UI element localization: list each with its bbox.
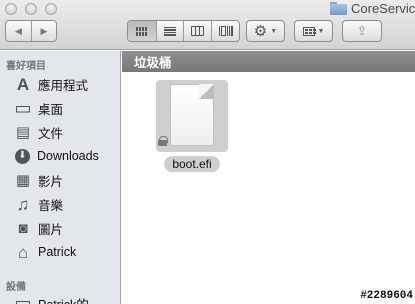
sidebar-item-desktop[interactable]: ▭ 桌面 (14, 97, 63, 119)
forward-arrow-icon: ▶ (40, 25, 48, 36)
icon-view-button[interactable] (128, 21, 156, 41)
music-icon: ♫ (16, 194, 30, 214)
sidebar-item-label: 影片 (38, 174, 64, 189)
sidebar-item-label: 音樂 (38, 198, 64, 213)
list-view-button[interactable] (155, 21, 184, 41)
home-icon: ⌂ (17, 242, 29, 262)
sidebar-item-computer[interactable]: ▭ Patrick的 (14, 292, 89, 304)
downloads-icon: ⬇ (15, 148, 30, 164)
window-title: CoreServic (330, 0, 415, 16)
back-arrow-icon: ◀ (15, 25, 22, 36)
back-forward-buttons: ◀ ▶ (5, 20, 57, 42)
file-item[interactable]: boot.efi (156, 80, 228, 172)
sidebar-header-favorites: 喜好項目 (6, 61, 46, 72)
column-view-icon (191, 26, 205, 36)
zoom-window-button[interactable] (45, 3, 57, 15)
file-thumbnail[interactable] (156, 80, 228, 152)
action-menu-button[interactable]: ⚙ ▼ (246, 20, 285, 42)
sidebar-item-pictures[interactable]: ◙ 圖片 (14, 217, 63, 239)
sidebar-header-devices: 設備 (6, 282, 26, 293)
chevron-down-icon: ▼ (317, 27, 325, 35)
folder-icon (330, 1, 347, 15)
sidebar-item-label: 桌面 (38, 102, 64, 117)
close-window-button[interactable] (5, 3, 17, 15)
sidebar: 喜好項目 A 應用程式 ▭ 桌面 ▤ 文件 ⬇ Downloads ▦ 影片 ♫… (0, 51, 121, 304)
movies-icon: ▦ (15, 171, 31, 189)
sidebar-item-label: Downloads (37, 149, 99, 163)
folder-name: 垃圾桶 (134, 56, 172, 70)
sidebar-item-documents[interactable]: ▤ 文件 (14, 121, 63, 143)
icon-view-icon (136, 26, 148, 36)
forward-button[interactable]: ▶ (30, 21, 56, 41)
document-fold (199, 84, 214, 99)
sidebar-item-home[interactable]: ⌂ Patrick (14, 241, 76, 263)
chevron-down-icon: ▼ (270, 27, 278, 35)
lock-icon (158, 136, 168, 146)
sidebar-item-movies[interactable]: ▦ 影片 (14, 169, 63, 191)
share-icon: ⇪ (356, 23, 368, 38)
pictures-icon: ◙ (18, 219, 28, 237)
desktop-icon: ▭ (14, 98, 32, 118)
file-browser-content[interactable]: boot.efi (122, 72, 415, 304)
computer-icon: ▭ (14, 293, 32, 304)
sidebar-item-label: 圖片 (38, 222, 64, 237)
window-title-text: CoreServic (351, 0, 415, 16)
minimize-window-button[interactable] (25, 3, 37, 15)
toolbar: CoreServic ◀ ▶ ⚙ ▼ ▼ ⇪ (0, 0, 415, 50)
sidebar-item-music[interactable]: ♫ 音樂 (14, 193, 63, 215)
share-button[interactable]: ⇪ (342, 20, 382, 42)
watermark: #2289604 (360, 290, 413, 302)
view-mode-buttons (127, 20, 240, 42)
sidebar-item-label: Patrick (38, 245, 77, 259)
sidebar-item-label: 文件 (38, 126, 64, 141)
coverflow-view-button[interactable] (211, 21, 239, 41)
sidebar-item-label: 應用程式 (38, 78, 89, 93)
applications-icon: A (16, 74, 30, 94)
arrange-icon (302, 26, 316, 36)
gear-icon: ⚙ (253, 23, 268, 40)
sidebar-item-applications[interactable]: A 應用程式 (14, 73, 88, 95)
column-view-button[interactable] (183, 21, 211, 41)
back-button[interactable]: ◀ (6, 21, 31, 41)
file-name[interactable]: boot.efi (164, 156, 220, 172)
sidebar-item-downloads[interactable]: ⬇ Downloads (14, 145, 99, 167)
path-bar: 垃圾桶 (122, 51, 415, 72)
list-view-icon (164, 26, 177, 36)
coverflow-view-icon (218, 26, 233, 36)
sidebar-item-label: Patrick的 (38, 294, 89, 304)
documents-icon: ▤ (15, 123, 31, 141)
arrange-menu-button[interactable]: ▼ (294, 20, 333, 42)
